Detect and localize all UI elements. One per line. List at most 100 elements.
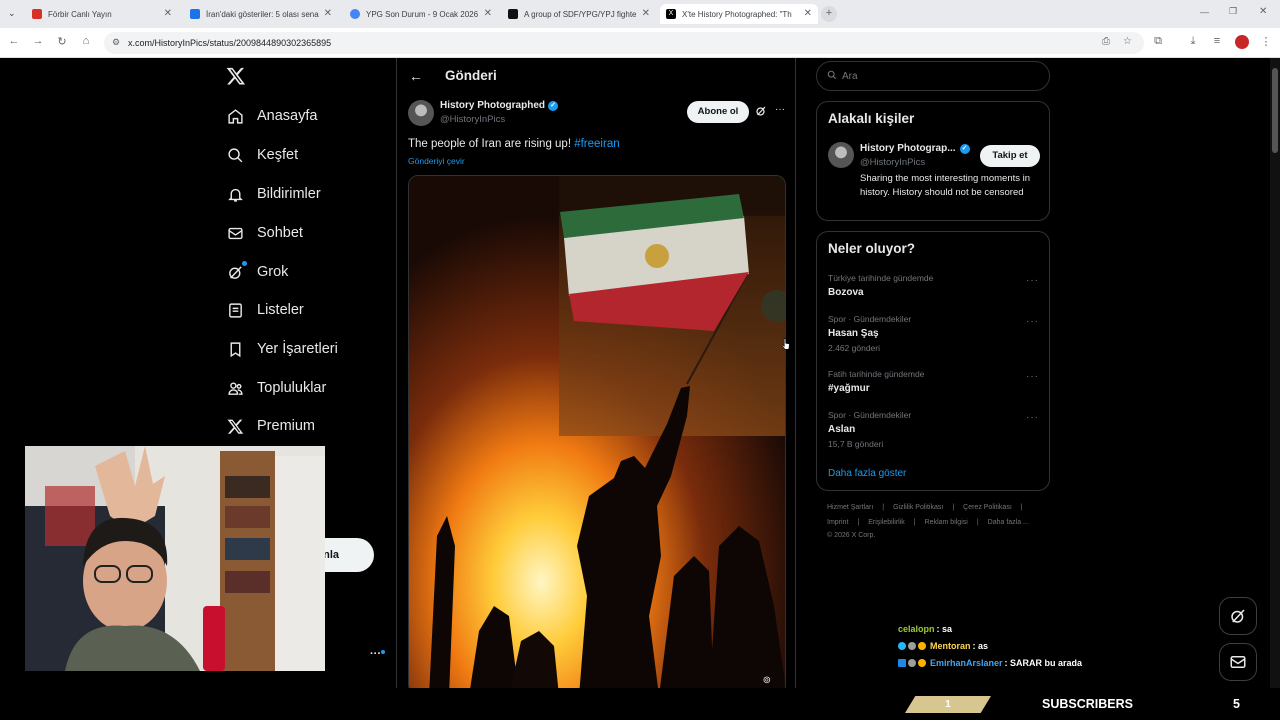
follow-button[interactable]: Takip et (980, 145, 1040, 167)
webcam-video (25, 446, 325, 671)
back-arrow-icon[interactable]: ← (409, 68, 423, 84)
back-icon[interactable]: ← (6, 35, 22, 47)
image-grok-icon[interactable]: ⊚ (763, 675, 771, 686)
search-box[interactable]: Ara (816, 61, 1050, 91)
trend-more-icon[interactable]: ··· (1026, 316, 1039, 327)
nav-item-notifications[interactable]: Bildirimler (226, 178, 321, 210)
chat-badge-icon (898, 642, 906, 650)
reload-icon[interactable]: ↻ (54, 35, 70, 48)
author-handle[interactable]: @HistoryInPics (440, 114, 505, 125)
chat-badge-icon (908, 659, 916, 667)
browser-tab[interactable]: YPG Son Durum - 9 Ocak 2026 ✕ (344, 4, 498, 24)
tab-close-icon[interactable]: ✕ (323, 8, 332, 19)
menu-icon[interactable]: ⋮ (1258, 35, 1274, 48)
post-more-icon[interactable]: ··· (775, 104, 785, 115)
download-icon[interactable]: ⤓ (1185, 35, 1201, 48)
nav-label: Sohbet (257, 225, 303, 241)
messages-float-button[interactable] (1219, 643, 1257, 681)
related-name[interactable]: History Photograp... ✓ (860, 143, 970, 154)
new-tab-button[interactable]: + (821, 6, 837, 22)
browser-tab-bar: ⌄ Förbir Canlı Yayın ✕ İran'daki gösteri… (0, 0, 1280, 28)
grok-actions-icon[interactable] (755, 104, 767, 116)
grok-icon (226, 261, 247, 281)
forward-icon[interactable]: → (30, 35, 46, 47)
verified-badge-icon: ✓ (548, 100, 559, 111)
footer-link[interactable]: Reklam bilgisi (925, 519, 968, 526)
media-controls-icon[interactable]: ≡ (1209, 35, 1225, 47)
maximize-icon[interactable]: ❐ (1229, 6, 1237, 17)
post-image[interactable]: ⊚ (408, 175, 786, 695)
site-info-icon[interactable]: ⚙ (112, 37, 120, 48)
trend-more-icon[interactable]: ··· (1026, 412, 1039, 423)
author-name[interactable]: History Photographed ✓ (440, 100, 559, 111)
nav-label: Anasayfa (257, 108, 318, 124)
nav-item-explore[interactable]: Keşfet (226, 139, 298, 171)
minimize-icon[interactable]: — (1200, 7, 1209, 17)
tab-close-icon[interactable]: ✕ (641, 8, 650, 19)
translate-link[interactable]: Gönderiyi çevir (408, 156, 465, 166)
trend-item[interactable]: Fatih tarihinde gündemde #yağmur (828, 369, 1040, 394)
footer-link[interactable]: Imprint (827, 519, 848, 526)
footer-link[interactable]: Hizmet Şartları (827, 504, 873, 511)
install-app-icon[interactable]: ⎙ (1102, 36, 1110, 47)
trend-more-icon[interactable]: ··· (1026, 371, 1039, 382)
tab-close-icon[interactable]: ✕ (483, 8, 492, 19)
close-window-icon[interactable]: ✕ (1259, 6, 1267, 17)
grok-float-button[interactable] (1219, 597, 1257, 635)
account-more-icon[interactable]: ··· (370, 648, 381, 660)
home-icon (226, 107, 244, 125)
profile-avatar[interactable] (1235, 35, 1249, 49)
tab-close-icon[interactable]: ✕ (803, 8, 812, 19)
post-column: ← Gönderi History Photographed ✓ @Histor… (396, 58, 796, 698)
x-logo-icon[interactable] (226, 66, 246, 86)
tab-title: Förbir Canlı Yayın (48, 9, 112, 19)
nav-item-premium[interactable]: Premium (226, 410, 315, 442)
tab-title: A group of SDF/YPG/YPJ fighte (524, 9, 637, 19)
copyright: © 2026 X Corp. (827, 532, 876, 539)
author-avatar[interactable] (408, 100, 434, 126)
browser-tab-active[interactable]: X X'te History Photographed: "Th ✕ (660, 4, 818, 24)
tab-list-chevron-icon[interactable]: ⌄ (8, 8, 16, 19)
nav-item-chat[interactable]: Sohbet (226, 217, 303, 249)
chat-badge-icon (908, 642, 916, 650)
trend-item[interactable]: Spor · Gündemdekiler Hasan Şaş 2.462 gön… (828, 314, 1040, 353)
subscribe-button[interactable]: Abone ol (687, 101, 749, 123)
search-icon (827, 67, 837, 85)
people-icon (226, 379, 244, 397)
tab-close-icon[interactable]: ✕ (164, 8, 172, 19)
show-more-link[interactable]: Daha fazla göster (828, 468, 906, 479)
home-icon[interactable]: ⌂ (78, 35, 94, 47)
related-title: Alakalı kişiler (828, 111, 915, 126)
nav-item-grok[interactable]: Grok (226, 256, 288, 288)
trend-item[interactable]: Türkiye tarihinde gündemde Bozova (828, 273, 1040, 298)
page-scrollbar[interactable] (1270, 58, 1280, 688)
nav-item-bookmarks[interactable]: Yer İşaretleri (226, 333, 338, 365)
tab-favicon-icon (32, 9, 42, 19)
bell-icon (226, 185, 244, 203)
tab-favicon-icon (350, 9, 360, 19)
footer-link[interactable]: Çerez Politikası (963, 504, 1012, 511)
footer-link[interactable]: Erişilebilirlik (868, 519, 905, 526)
trend-item[interactable]: Spor · Gündemdekiler Aslan 15,7 B gönder… (828, 410, 1040, 449)
nav-item-home[interactable]: Anasayfa (226, 100, 317, 132)
related-avatar[interactable] (828, 142, 854, 168)
footer-link[interactable]: Daha fazla ... (988, 519, 1029, 526)
footer-link[interactable]: Gizlilik Politikası (893, 504, 943, 511)
extensions-icon[interactable]: ⧉ (1150, 35, 1166, 48)
tab-favicon-icon (508, 9, 518, 19)
trend-more-icon[interactable]: ··· (1026, 275, 1039, 286)
browser-tab[interactable]: Förbir Canlı Yayın ✕ (26, 4, 178, 24)
bookmark-star-icon[interactable]: ☆ (1123, 36, 1132, 47)
browser-tab[interactable]: İran'daki gösteriler: 5 olası sena ✕ (184, 4, 338, 24)
tab-title: İran'daki gösteriler: 5 olası sena (206, 9, 319, 19)
scrollbar-thumb[interactable] (1272, 68, 1278, 153)
search-icon (226, 146, 244, 164)
browser-tab[interactable]: A group of SDF/YPG/YPJ fighte ✕ (502, 4, 656, 24)
post-button-label: nla (323, 549, 339, 561)
nav-item-lists[interactable]: Listeler (226, 294, 304, 326)
list-icon (226, 301, 244, 319)
mail-icon (1230, 656, 1246, 668)
address-bar[interactable]: ⚙ x.com/HistoryInPics/status/20098448903… (104, 32, 1144, 54)
hashtag-link[interactable]: #freeiran (574, 138, 619, 150)
nav-item-communities[interactable]: Topluluklar (226, 372, 326, 404)
